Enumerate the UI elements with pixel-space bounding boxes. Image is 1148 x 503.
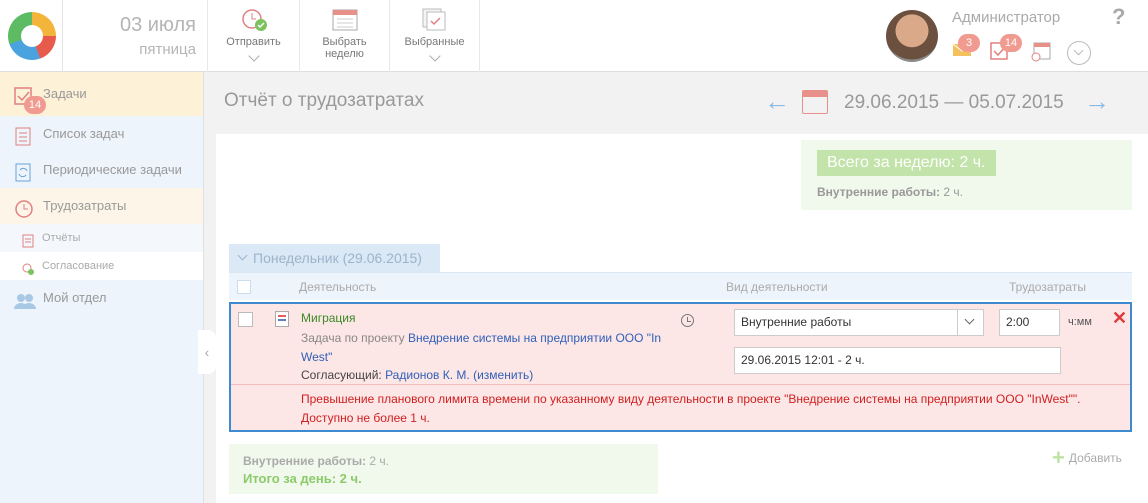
- sidebar-item-label: Трудозатраты: [43, 198, 127, 213]
- tasks-badge: 14: [1000, 34, 1022, 52]
- add-button[interactable]: + Добавить: [1052, 445, 1126, 471]
- day-internal-value: 2 ч.: [369, 454, 390, 468]
- week-total: Всего за неделю: 2 ч.: [817, 150, 996, 176]
- col-effort: Трудозатраты: [1009, 280, 1086, 294]
- day-internal-label: Внутренние работы:: [243, 454, 367, 468]
- desc-prefix: Задача по проекту: [301, 331, 408, 345]
- date-range: 29.06.2015 — 05.07.2015: [844, 92, 1064, 113]
- top-bar: 03 июля пятница Отправить Выбрать неделю…: [0, 0, 1148, 72]
- send-button[interactable]: Отправить: [207, 0, 299, 72]
- activity-name[interactable]: Миграция: [301, 311, 356, 325]
- sidebar-item-approval[interactable]: Согласование: [0, 252, 203, 280]
- col-activity: Деятельность: [299, 280, 377, 294]
- divider: [62, 0, 78, 72]
- row-checkbox[interactable]: [238, 312, 253, 327]
- chevron-down-icon: [247, 50, 260, 62]
- report-icon: [22, 231, 34, 248]
- approver-label: Согласующий:: [301, 368, 386, 382]
- send-label: Отправить: [226, 36, 281, 48]
- sidebar-collapse-button[interactable]: ‹: [198, 330, 216, 374]
- sidebar: 14 Задачи Список задач Периодические зад…: [0, 72, 204, 503]
- calendar-icon[interactable]: [1030, 42, 1052, 67]
- week-summary: Всего за неделю: 2 ч. Внутренние работы:…: [801, 140, 1132, 210]
- selected-label: Выбранные: [404, 36, 465, 48]
- avatar[interactable]: [886, 10, 938, 62]
- change-approver-link[interactable]: (изменить): [473, 368, 533, 382]
- day-summary: Внутренние работы: 2 ч. Итого за день: 2…: [229, 444, 658, 494]
- activity-type-icon: [275, 311, 289, 327]
- activity-description: Задача по проекту Внедрение системы на п…: [301, 329, 681, 367]
- delete-icon[interactable]: ✕: [1112, 308, 1127, 329]
- checklist-icon: [14, 125, 34, 146]
- datetime-input[interactable]: 29.06.2015 12:01 - 2 ч.: [734, 347, 1061, 374]
- approval-clock-icon: [22, 259, 34, 275]
- app-logo-icon[interactable]: [8, 12, 56, 60]
- sidebar-item-label: Периодические задачи: [43, 162, 182, 177]
- day-total: Итого за день: 2 ч.: [243, 471, 362, 486]
- time-input[interactable]: 2:00: [999, 309, 1060, 336]
- date-day: 03 июля: [119, 14, 196, 36]
- day-tab-monday[interactable]: Понедельник (29.06.2015): [229, 244, 440, 272]
- report-content: Всего за неделю: 2 ч. Внутренние работы:…: [216, 134, 1148, 503]
- sidebar-item-effort[interactable]: Трудозатраты: [0, 188, 203, 224]
- tasks-count-badge: 14: [24, 96, 46, 114]
- week-internal-label: Внутренние работы:: [817, 185, 941, 199]
- current-date: 03 июля пятница: [88, 14, 196, 58]
- approver-link[interactable]: Радионов К. М.: [385, 368, 470, 382]
- date-weekday: пятница: [139, 41, 196, 58]
- sidebar-item-reports[interactable]: Отчёты: [0, 224, 203, 252]
- sidebar-item-periodic-tasks[interactable]: Периодические задачи: [0, 152, 203, 188]
- day-internal: Внутренние работы: 2 ч.: [243, 454, 389, 468]
- repeat-icon: [14, 161, 34, 182]
- clock-check-icon: [241, 8, 267, 32]
- limit-warning: Превышение планового лимита времени по у…: [301, 392, 1081, 425]
- add-label: Добавить: [1068, 451, 1122, 465]
- time-unit: ч:мм: [1068, 316, 1092, 328]
- selected-button[interactable]: Выбранные: [389, 0, 480, 72]
- approver: Согласующий: Радионов К. М. (изменить): [301, 368, 533, 382]
- sidebar-item-label: Задачи: [43, 86, 87, 101]
- table-header: Деятельность Вид деятельности Трудозатра…: [229, 272, 1132, 300]
- chevron-down-icon[interactable]: [957, 310, 983, 335]
- users-icon: [14, 289, 36, 309]
- sidebar-item-label: Отчёты: [42, 232, 81, 244]
- sidebar-item-label: Список задач: [43, 126, 125, 141]
- table-row: Миграция Задача по проекту Внедрение сис…: [229, 302, 1132, 432]
- stacked-docs-icon: [422, 8, 448, 32]
- mail-badge: 3: [958, 34, 980, 52]
- sidebar-item-label: Согласование: [42, 260, 115, 272]
- sidebar-item-tasks[interactable]: 14 Задачи: [0, 72, 203, 116]
- user-name[interactable]: Администратор: [952, 9, 1060, 26]
- plus-icon: +: [1052, 445, 1065, 470]
- calendar-icon[interactable]: [802, 90, 828, 114]
- select-week-label: Выбрать неделю: [322, 36, 367, 60]
- user-menu-chevron-icon[interactable]: [1067, 41, 1091, 65]
- week-internal: Внутренние работы: 2 ч.: [817, 185, 963, 199]
- sidebar-item-task-list[interactable]: Список задач: [0, 116, 203, 152]
- activity-kind-value: Внутренние работы: [741, 315, 852, 329]
- select-week-button[interactable]: Выбрать неделю: [299, 0, 389, 72]
- clock-icon[interactable]: [681, 314, 694, 327]
- col-kind: Вид деятельности: [726, 280, 828, 294]
- prev-week-arrow-icon[interactable]: ←: [764, 88, 790, 114]
- select-all-checkbox[interactable]: [237, 280, 251, 294]
- chevron-down-icon: [428, 50, 441, 62]
- sidebar-item-my-department[interactable]: Мой отдел: [0, 280, 203, 316]
- activity-kind-select[interactable]: Внутренние работы: [734, 309, 984, 336]
- week-internal-value: 2 ч.: [943, 185, 964, 199]
- clock-icon: [14, 197, 34, 218]
- page-title: Отчёт о трудозатратах: [224, 90, 424, 111]
- next-week-arrow-icon[interactable]: →: [1084, 88, 1110, 114]
- calendar-week-icon: [332, 8, 358, 32]
- help-icon[interactable]: ?: [1112, 4, 1125, 30]
- divider: [231, 384, 1130, 385]
- sidebar-item-label: Мой отдел: [43, 290, 107, 305]
- main-area: Отчёт о трудозатратах ← 29.06.2015 — 05.…: [216, 72, 1148, 503]
